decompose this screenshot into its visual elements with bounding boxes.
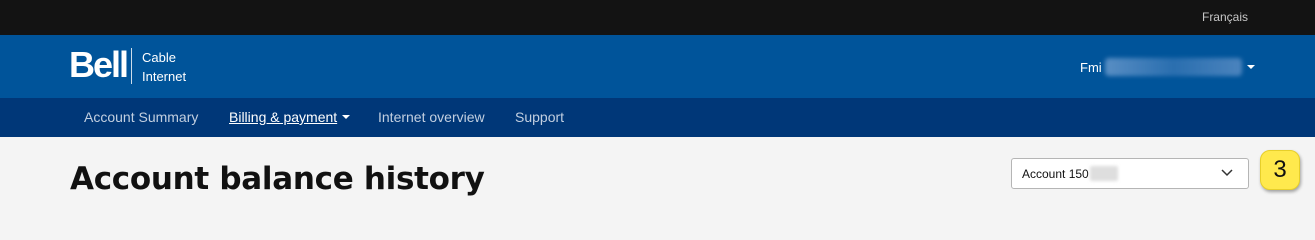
account-select[interactable]: Account 150 xyxy=(1011,158,1249,189)
site-header: Bell Cable Internet Fmi xyxy=(0,35,1315,98)
nav-item-internet-overview[interactable]: Internet overview xyxy=(378,109,485,125)
nav-item-account-summary[interactable]: Account Summary xyxy=(84,109,198,125)
nav-item-billing-payment[interactable]: Billing & payment xyxy=(229,109,351,125)
bell-logo[interactable]: Bell xyxy=(69,47,129,83)
main-nav: Account Summary Billing & payment Intern… xyxy=(0,98,1315,137)
nav-item-label: Billing & payment xyxy=(229,109,338,125)
product-name: Cable Internet xyxy=(142,48,186,86)
account-number-redacted xyxy=(1089,166,1118,181)
chevron-down-icon xyxy=(1221,169,1233,177)
utility-bar: Français xyxy=(0,0,1315,35)
chevron-down-icon xyxy=(342,115,351,120)
chevron-down-icon xyxy=(1246,65,1255,69)
product-line-1: Cable xyxy=(142,50,176,65)
product-line-2: Internet xyxy=(142,69,187,84)
nav-item-support[interactable]: Support xyxy=(515,109,564,125)
user-name: Fmi xyxy=(1080,59,1102,75)
user-menu[interactable]: Fmi xyxy=(1080,58,1255,76)
language-toggle-link[interactable]: Français xyxy=(1202,10,1248,24)
step-number-badge: 3 xyxy=(1260,150,1300,190)
user-name-redacted xyxy=(1104,58,1242,76)
account-select-value: Account 150 xyxy=(1022,166,1089,181)
logo-divider xyxy=(131,48,132,84)
page-title: Account balance history xyxy=(70,161,485,197)
